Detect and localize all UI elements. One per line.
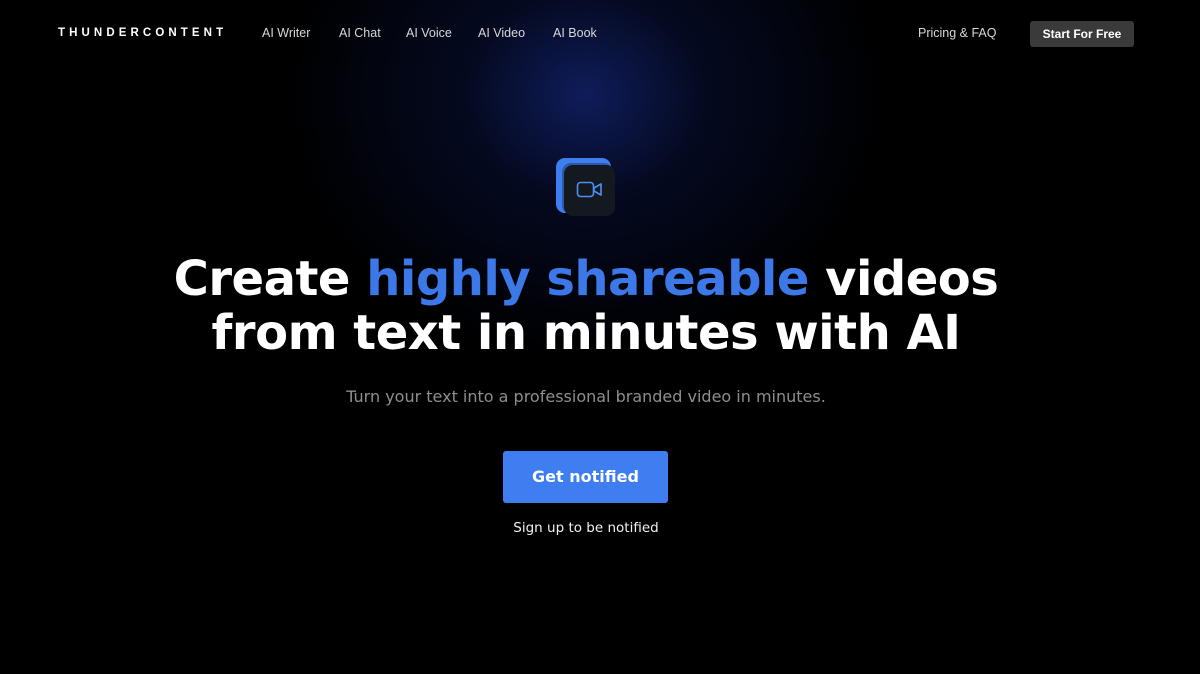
nav-ai-book[interactable]: AI Book	[553, 26, 597, 40]
start-for-free-button[interactable]: Start For Free	[1030, 21, 1134, 47]
nav-ai-chat[interactable]: AI Chat	[339, 26, 381, 40]
nav-pricing-faq[interactable]: Pricing & FAQ	[918, 26, 997, 40]
video-camera-icon	[576, 181, 602, 198]
brand-logo[interactable]: THUNDERCONTENT	[58, 27, 227, 39]
hero-headline-line1: Create highly shareable videos	[0, 252, 1172, 306]
nav-ai-voice[interactable]: AI Voice	[406, 26, 452, 40]
video-app-icon	[556, 158, 616, 216]
get-notified-button[interactable]: Get notified	[503, 451, 668, 503]
hero-headline: Create highly shareable videos from text…	[0, 252, 1172, 360]
headline-highlight: highly shareable	[366, 251, 809, 307]
headline-part2: videos	[808, 251, 999, 307]
nav-ai-video[interactable]: AI Video	[478, 26, 525, 40]
app-icon-front-tile	[564, 165, 615, 216]
top-navigation: THUNDERCONTENT AI Writer AI Chat AI Voic…	[0, 0, 1200, 68]
signup-note: Sign up to be notified	[513, 520, 659, 536]
hero-subtitle: Turn your text into a professional brand…	[346, 387, 826, 406]
headline-part1: Create	[173, 251, 367, 307]
nav-ai-writer[interactable]: AI Writer	[262, 26, 310, 40]
hero-headline-line2: from text in minutes with AI	[211, 305, 961, 361]
